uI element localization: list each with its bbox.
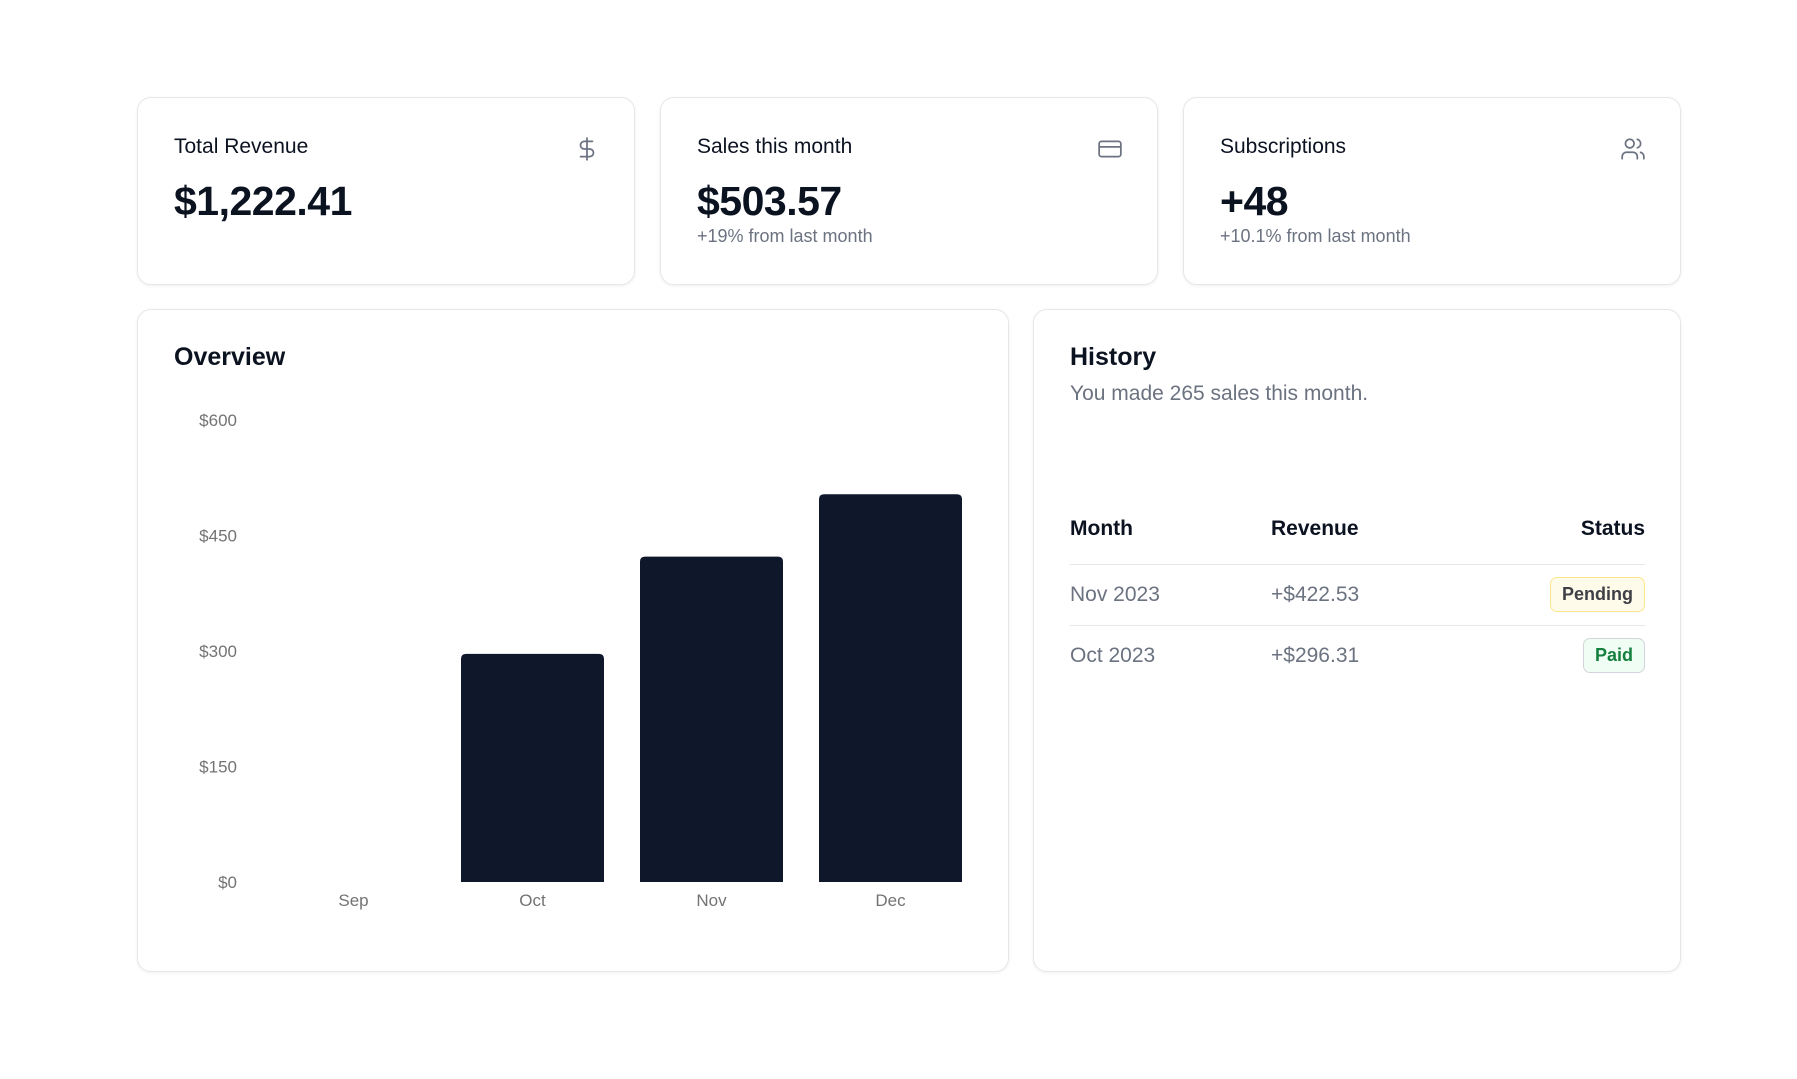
column-header-month: Month [1070, 517, 1133, 540]
stat-title: Total Revenue [174, 135, 309, 158]
x-tick-label: Dec [875, 891, 906, 910]
history-card: History You made 265 sales this month. M… [1033, 309, 1681, 972]
history-subtitle: You made 265 sales this month. [1070, 382, 1369, 405]
status-badge: Pending [1550, 577, 1645, 612]
stat-sub: +10.1% from last month [1220, 226, 1411, 246]
stat-title: Sales this month [697, 135, 853, 158]
y-tick-label: $300 [199, 642, 237, 661]
table-row: Oct 2023 +$296.31 Paid [1070, 626, 1645, 687]
stat-value: $1,222.41 [174, 178, 352, 224]
cell-month: Oct 2023 [1070, 644, 1156, 667]
y-tick-label: $450 [199, 527, 237, 546]
stat-value: +48 [1220, 178, 1289, 224]
stat-card-sales-this-month: Sales this month $503.57 +19% from last … [660, 97, 1158, 285]
x-tick-label: Nov [696, 891, 727, 910]
x-tick-label: Sep [338, 891, 368, 910]
y-tick-label: $150 [199, 758, 237, 777]
cell-revenue: +$296.31 [1271, 644, 1360, 667]
stat-title: Subscriptions [1220, 135, 1347, 158]
table-header: Month Revenue Status [1070, 500, 1645, 565]
cell-month: Nov 2023 [1070, 583, 1160, 606]
y-tick-label: $0 [218, 873, 237, 892]
stat-value: $503.57 [697, 178, 842, 224]
x-tick-label: Oct [519, 891, 546, 910]
overview-card: Overview $0 $150 $300 $450 $600 Sep Oct Nov Dec [137, 309, 1009, 972]
y-tick-label: $600 [199, 411, 237, 430]
column-header-revenue: Revenue [1271, 517, 1359, 540]
users-icon [1620, 136, 1646, 162]
column-header-status: Status [1580, 517, 1645, 540]
bar-nov [640, 556, 783, 882]
credit-card-icon [1097, 136, 1123, 162]
stat-sub: +19% from last month [697, 226, 873, 246]
history-title: History [1070, 343, 1157, 371]
bar-dec [819, 494, 962, 882]
stat-card-total-revenue: Total Revenue $1,222.41 [137, 97, 635, 285]
history-table: Month Revenue Status Nov 2023 +$422.53 P… [1070, 500, 1645, 687]
dollar-icon [574, 136, 600, 162]
cell-revenue: +$422.53 [1271, 583, 1360, 606]
table-row: Nov 2023 +$422.53 Pending [1070, 565, 1645, 626]
stat-card-subscriptions: Subscriptions +48 +10.1% from last month [1183, 97, 1681, 285]
status-badge: Paid [1582, 638, 1645, 673]
bar-oct [461, 653, 604, 882]
overview-bar-chart: $0 $150 $300 $450 $600 Sep Oct Nov Dec [199, 411, 962, 910]
